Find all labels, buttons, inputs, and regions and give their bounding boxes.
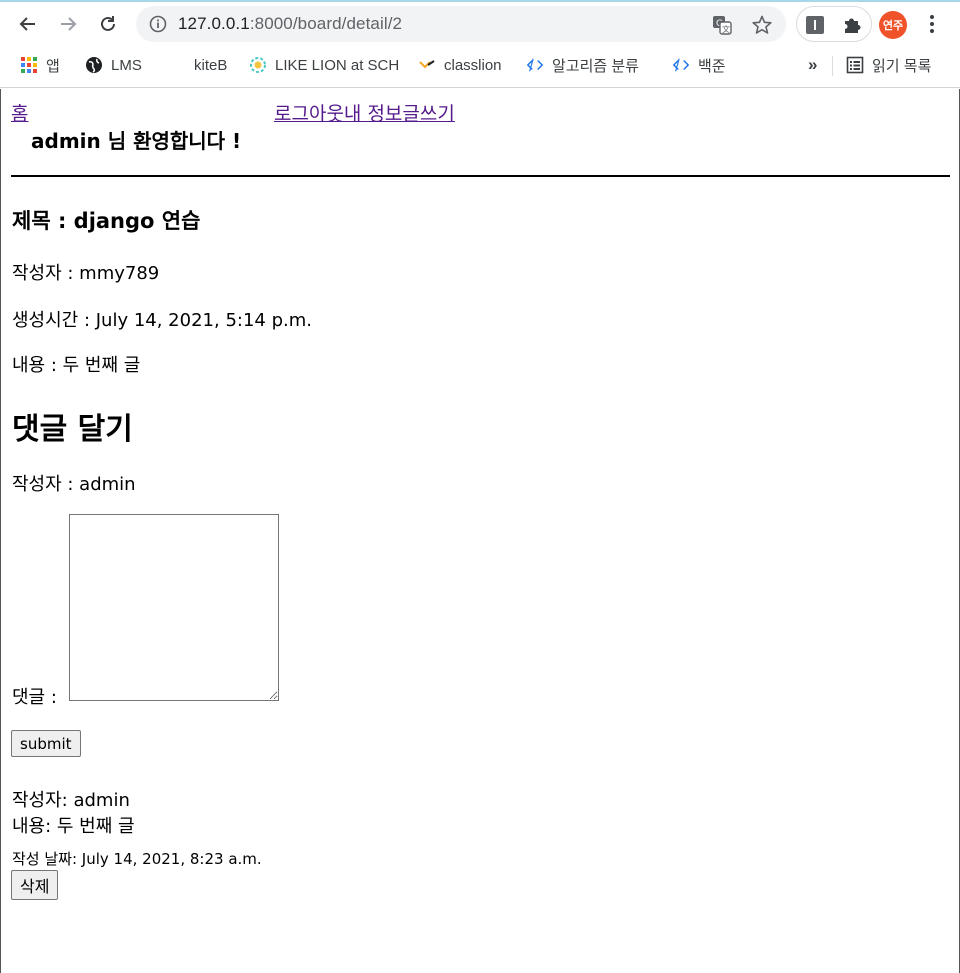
account-links[interactable]: 로그아웃내 정보글쓰기 xyxy=(274,99,455,126)
puzzle-icon[interactable] xyxy=(841,14,863,36)
comment-textarea[interactable] xyxy=(69,514,279,701)
bookmarks-bar: 앱 LMS kiteB LIKE LION at SCH classlion 알… xyxy=(0,50,960,80)
profile-avatar[interactable]: 연주 xyxy=(879,11,907,39)
extensions-area xyxy=(796,6,872,42)
bookmark-label: LMS xyxy=(111,56,142,74)
reload-icon xyxy=(101,16,115,31)
classlion-icon xyxy=(418,56,436,74)
comment-content: 내용: 두 번째 글 xyxy=(12,816,135,837)
page-content: 홈 로그아웃내 정보글쓰기 admin 님 환영합니다 ! 제목 : djang… xyxy=(0,89,960,973)
bookmark-kiteb[interactable]: kiteB xyxy=(168,54,227,76)
submit-button[interactable]: submit xyxy=(11,730,81,757)
bookmark-label: 알고리즘 분류 xyxy=(552,57,639,75)
translate-icon[interactable]: G文 xyxy=(711,14,733,36)
comment-form-author: 작성자 : admin xyxy=(12,474,136,495)
code-icon xyxy=(526,56,544,74)
bookmark-label: classlion xyxy=(444,56,502,74)
delete-comment-button[interactable]: 삭제 xyxy=(11,870,59,900)
code-icon xyxy=(672,56,690,74)
reading-list-icon xyxy=(846,56,864,74)
post-content: 내용 : 두 번째 글 xyxy=(12,355,141,376)
bookmark-label: kiteB xyxy=(194,56,228,74)
bookmark-classlion[interactable]: classlion xyxy=(418,54,502,76)
bookmark-baekjoon[interactable]: 백준 xyxy=(672,54,726,76)
bookmark-algorithm[interactable]: 알고리즘 분류 xyxy=(526,54,639,76)
svg-text:文: 文 xyxy=(722,24,730,34)
comment-label: 댓글 : xyxy=(12,687,57,708)
reading-list-button[interactable]: 읽기 목록 xyxy=(846,54,931,76)
reload-button[interactable] xyxy=(92,8,124,40)
back-arrow-icon xyxy=(19,17,35,31)
back-button[interactable] xyxy=(12,8,44,40)
bookmark-apps[interactable]: 앱 xyxy=(20,54,60,76)
bookmark-star-icon[interactable] xyxy=(751,14,773,36)
lion-icon xyxy=(249,56,267,74)
home-link[interactable]: 홈 xyxy=(11,99,28,126)
browser-chrome: 127.0.0.1:8000/board/detail/2 G文 연주 앱 LM… xyxy=(0,0,960,88)
kebab-menu-icon[interactable] xyxy=(922,12,942,36)
extension-i-icon[interactable] xyxy=(805,15,825,35)
globe-icon xyxy=(85,56,103,74)
site-info-icon[interactable] xyxy=(148,14,168,34)
bookmark-label: 백준 xyxy=(698,57,726,75)
post-author: 작성자 : mmy789 xyxy=(12,263,160,284)
bookmark-likelion[interactable]: LIKE LION at SCH xyxy=(249,54,399,76)
apps-grid-icon xyxy=(20,56,38,74)
url-path: :8000/board/detail/2 xyxy=(249,14,403,33)
forward-arrow-icon xyxy=(61,17,77,31)
bookmark-lms[interactable]: LMS xyxy=(85,54,142,76)
blank-icon xyxy=(168,56,186,74)
bookmarks-divider xyxy=(832,56,833,76)
welcome-message: admin 님 환영합니다 ! xyxy=(31,129,242,153)
bookmarks-overflow-button[interactable]: » xyxy=(808,54,817,76)
comment-author: 작성자: admin xyxy=(12,790,130,811)
forward-button[interactable] xyxy=(52,8,84,40)
comment-form-heading: 댓글 달기 xyxy=(12,412,133,447)
reading-list-label: 읽기 목록 xyxy=(872,57,932,75)
header-divider xyxy=(11,175,950,177)
url-text[interactable]: 127.0.0.1:8000/board/detail/2 xyxy=(178,14,402,34)
bookmark-label: LIKE LION at SCH xyxy=(275,56,400,74)
window-accent-line xyxy=(0,0,960,2)
post-created-time: 생성시간 : July 14, 2021, 5:14 p.m. xyxy=(12,310,312,331)
post-title: 제목 : django 연습 xyxy=(12,209,201,233)
bookmark-label: 앱 xyxy=(46,57,60,75)
address-bar[interactable]: 127.0.0.1:8000/board/detail/2 G文 xyxy=(136,6,786,42)
comment-date: 작성 날짜: July 14, 2021, 8:23 a.m. xyxy=(12,850,262,868)
url-host: 127.0.0.1 xyxy=(178,14,250,33)
